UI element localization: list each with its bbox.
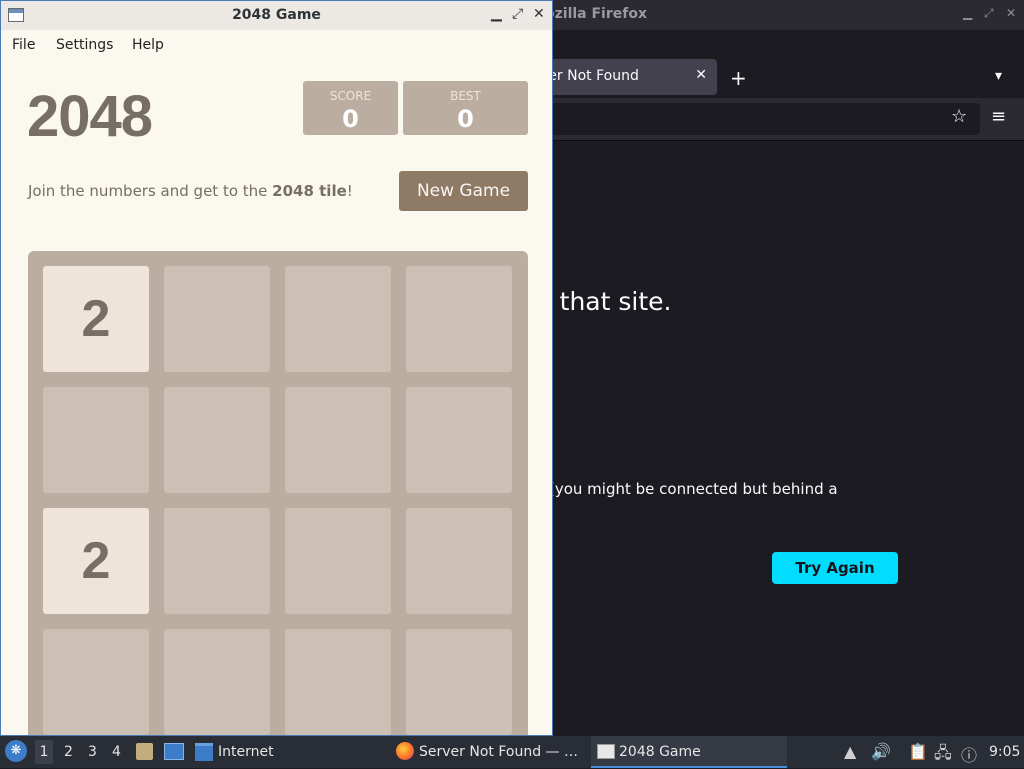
- window-app-icon: [597, 744, 615, 759]
- best-label: BEST: [450, 89, 481, 103]
- board-cell: [285, 508, 391, 614]
- score-value: 0: [342, 105, 359, 133]
- url-bar[interactable]: [530, 103, 980, 135]
- board-cell: [285, 629, 391, 735]
- task-firefox-label: Server Not Found — …: [419, 744, 578, 760]
- intro-suffix: !: [346, 182, 353, 200]
- menu-file[interactable]: File: [12, 37, 35, 53]
- notification-icon[interactable]: ⓘ: [961, 742, 977, 766]
- game-window: 2048 Game ▁ ⤢ ✕ File Settings Help 2048 …: [0, 0, 553, 736]
- bookmark-star-icon[interactable]: ☆: [951, 106, 967, 127]
- firefox-icon: [396, 742, 414, 760]
- taskbar: ❋ 1 2 3 4 Internet Server Not Found — … …: [0, 736, 1024, 768]
- volume-icon[interactable]: 🔊: [871, 742, 891, 761]
- clipboard-icon[interactable]: 📋: [908, 742, 928, 761]
- list-tabs-chevron-icon[interactable]: ▾: [995, 68, 1002, 84]
- task-firefox[interactable]: Server Not Found — …: [392, 736, 582, 768]
- board-cell: [164, 266, 270, 372]
- intro-prefix: Join the numbers and get to the: [28, 182, 273, 200]
- game-board[interactable]: 22: [28, 251, 528, 735]
- clock: 9:05: [989, 744, 1021, 760]
- file-manager-icon[interactable]: [136, 743, 153, 760]
- board-cell: [164, 508, 270, 614]
- game-intro: Join the numbers and get to the 2048 til…: [28, 182, 353, 200]
- new-tab-icon[interactable]: +: [730, 66, 747, 90]
- start-menu-icon[interactable]: ❋: [5, 740, 27, 762]
- tab-close-icon[interactable]: ✕: [695, 67, 707, 83]
- board-cell: [406, 387, 512, 493]
- minimize-icon[interactable]: ▁: [491, 6, 502, 22]
- score-box: SCORE 0: [303, 81, 398, 135]
- maximize-icon[interactable]: ⤢: [984, 6, 994, 21]
- best-box: BEST 0: [403, 81, 528, 135]
- menu-bar: File Settings Help: [1, 30, 552, 60]
- task-2048-game[interactable]: 2048 Game: [591, 736, 787, 768]
- intro-bold: 2048 tile: [272, 182, 347, 200]
- best-value: 0: [457, 105, 474, 133]
- board-cell: [43, 629, 149, 735]
- tray-up-arrow-icon[interactable]: ▲: [844, 742, 856, 761]
- board-cell: [43, 387, 149, 493]
- board-cell: [406, 629, 512, 735]
- workspace-2[interactable]: 2: [64, 744, 73, 760]
- show-desktop-icon[interactable]: [164, 743, 184, 760]
- game-titlebar[interactable]: 2048 Game ▁ ⤢ ✕: [1, 1, 552, 31]
- menu-settings[interactable]: Settings: [56, 37, 113, 53]
- close-icon[interactable]: ✕: [533, 6, 545, 22]
- board-cell: [285, 387, 391, 493]
- tile: 2: [43, 266, 149, 372]
- maximize-icon[interactable]: ⤢: [512, 6, 523, 22]
- workspace-1[interactable]: 1: [35, 740, 53, 764]
- tile: 2: [43, 508, 149, 614]
- new-game-button[interactable]: New Game: [399, 171, 528, 211]
- task-2048-label: 2048 Game: [619, 744, 701, 760]
- hamburger-menu-icon[interactable]: ≡: [991, 106, 1006, 127]
- workspace-3[interactable]: 3: [88, 744, 97, 760]
- internet-folder-icon[interactable]: [195, 743, 213, 761]
- minimize-icon[interactable]: ▁: [963, 6, 972, 20]
- try-again-button[interactable]: Try Again: [772, 552, 898, 584]
- board-cell: [164, 629, 270, 735]
- tab-label: ver Not Found: [540, 68, 639, 84]
- board-cell: [406, 508, 512, 614]
- game-window-title: 2048 Game: [232, 7, 321, 23]
- error-description: (you might be connected but behind a: [549, 480, 838, 498]
- menu-help[interactable]: Help: [132, 37, 164, 53]
- internet-launcher-label[interactable]: Internet: [218, 744, 274, 760]
- board-cell: [164, 387, 270, 493]
- game-title: 2048: [27, 84, 153, 149]
- board-cell: [285, 266, 391, 372]
- tab-server-not-found[interactable]: ver Not Found ✕: [540, 59, 717, 95]
- board-cell: [406, 266, 512, 372]
- network-icon[interactable]: 🖧: [934, 742, 952, 769]
- close-icon[interactable]: ✕: [1006, 6, 1016, 20]
- workspace-4[interactable]: 4: [112, 744, 121, 760]
- score-label: SCORE: [329, 89, 372, 103]
- firefox-window-title: ozilla Firefox: [545, 6, 647, 22]
